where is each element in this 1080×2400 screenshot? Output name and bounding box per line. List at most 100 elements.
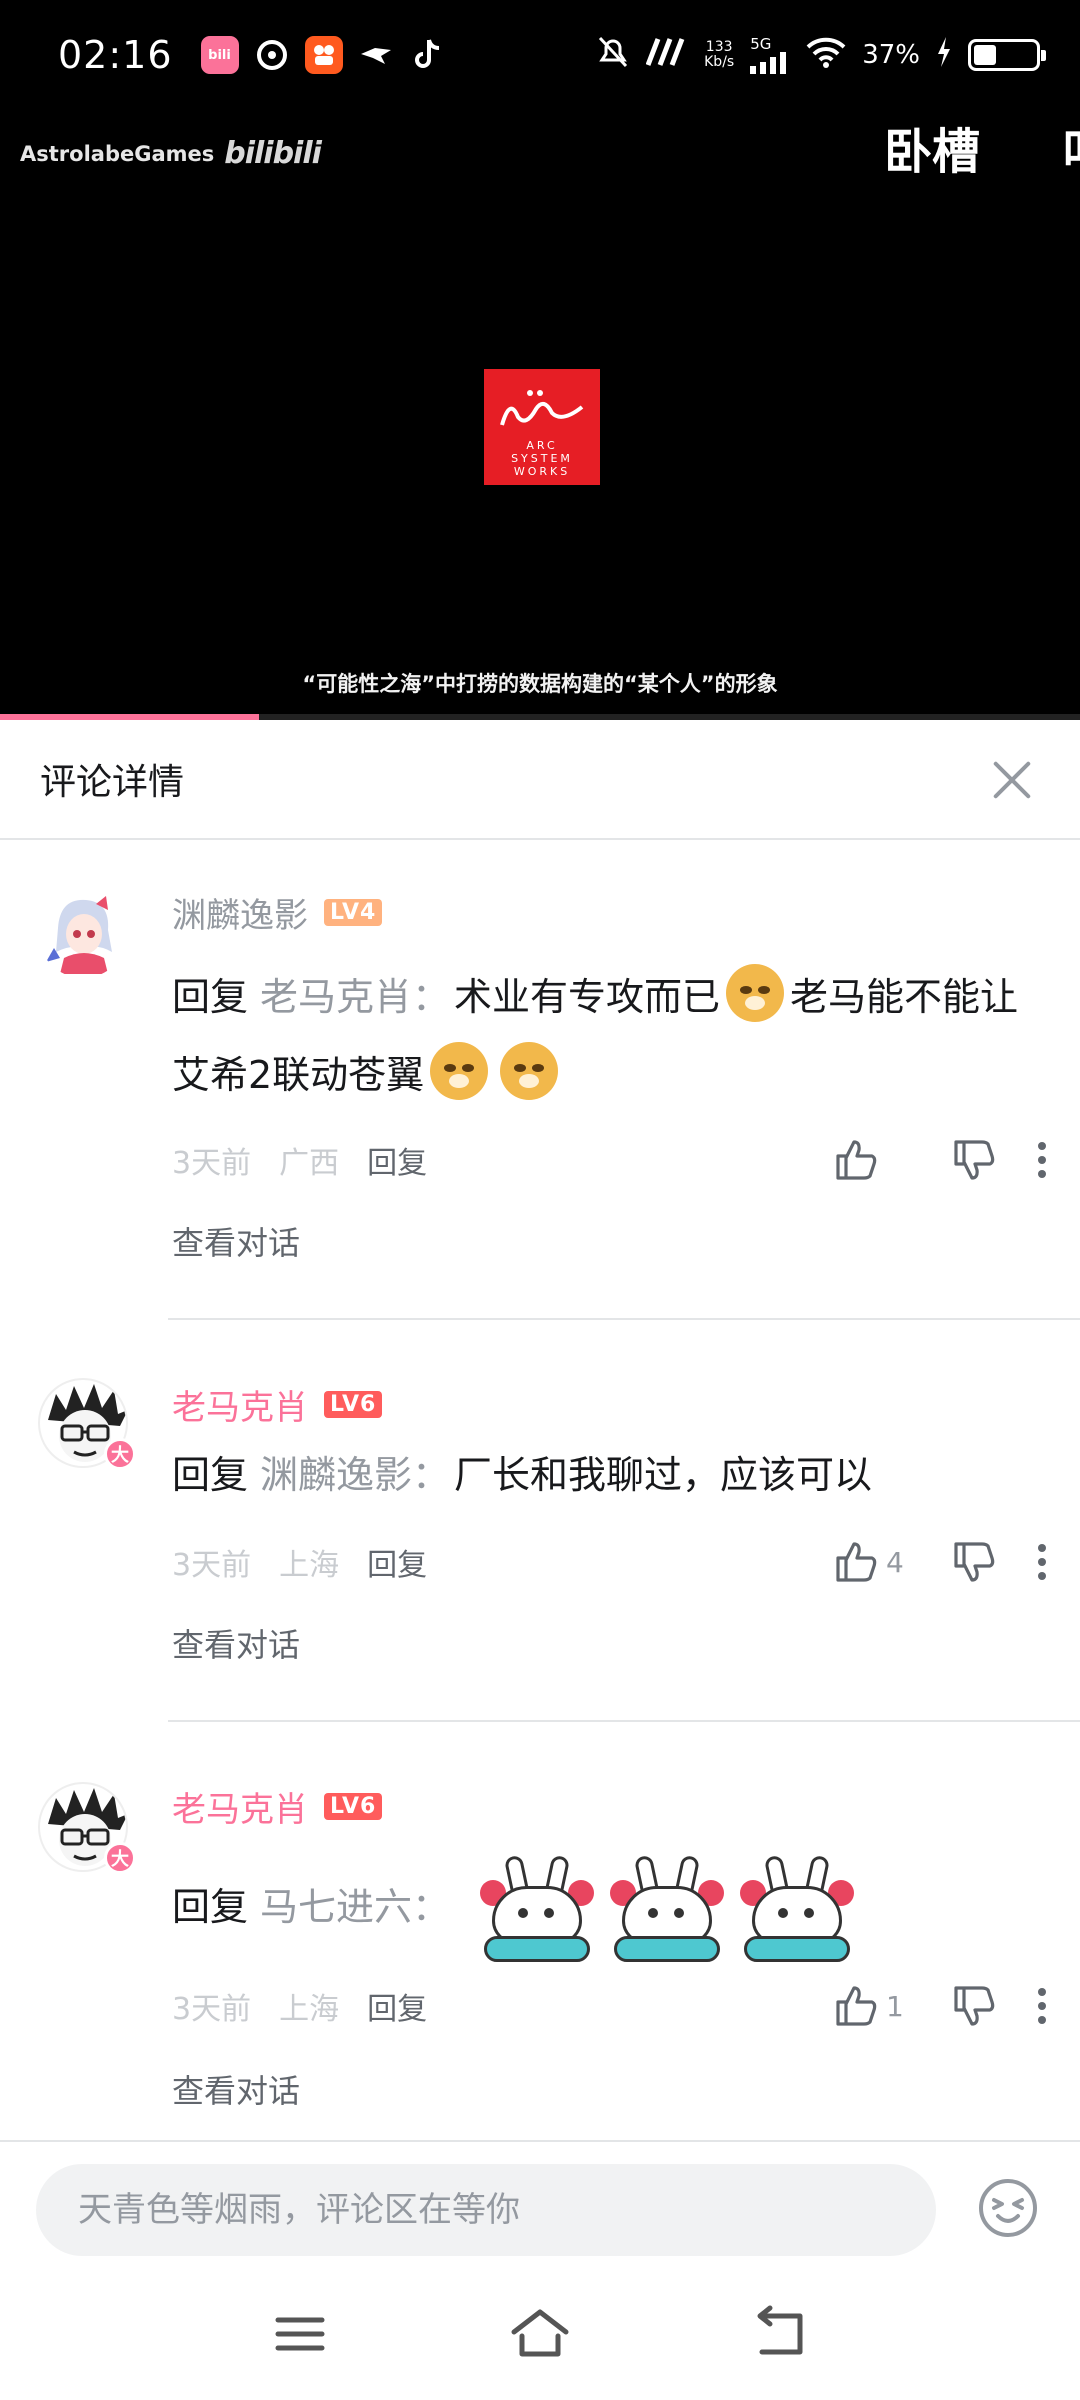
username[interactable]: 老马克肖 — [172, 1380, 308, 1429]
comment-header: 老马克肖 LV6 — [172, 1380, 383, 1429]
like-button[interactable]: 1 — [832, 1982, 910, 2030]
back-icon[interactable] — [748, 2302, 812, 2366]
opera-bunny-sticker — [608, 1854, 726, 1964]
menu-icon[interactable] — [268, 2302, 332, 2366]
vip-badge: 大 — [104, 1438, 136, 1470]
video-player[interactable]: 02:16 bili 133 Kb/s 5G 37% AstrolabeGame… — [0, 0, 1080, 720]
comment-meta: 3天前 广西 回复 — [172, 1136, 1050, 1184]
comment-item: 渊麟逸影 LV4 回复 老马克肖： 术业有专攻而已 老马能不能让艾希2联动苍翼 3天前… — [0, 840, 1080, 1320]
view-conversation-link[interactable]: 查看对话 — [172, 2066, 300, 2112]
nfc-icon — [645, 37, 688, 74]
comment-location: 广西 — [279, 1146, 340, 1181]
comment-text: 回复 老马克肖： 术业有专攻而已 老马能不能让艾希2联动苍翼 — [172, 958, 1030, 1114]
like-button[interactable]: 4 — [832, 1538, 910, 1586]
thumbs-up-icon — [836, 1542, 877, 1582]
battery-percent: 37% — [862, 40, 920, 70]
emoji-icon[interactable] — [976, 2176, 1040, 2240]
thumbs-up-icon — [836, 1986, 877, 2026]
level-badge: LV4 — [324, 899, 383, 926]
more-options-icon[interactable] — [1034, 1542, 1050, 1582]
bird-app-icon — [357, 36, 395, 74]
net-speed: 133 Kb/s — [704, 40, 734, 70]
net-speed-unit: Kb/s — [704, 54, 735, 70]
more-options-icon[interactable] — [1034, 1140, 1050, 1180]
close-icon[interactable] — [984, 751, 1040, 807]
kuaishou-icon — [304, 36, 343, 74]
comment-text: 回复 马七进六： — [172, 1852, 1030, 1964]
danmaku-comment: 卧槽 — [884, 124, 981, 180]
bilibili-wordmark: bilibili — [224, 136, 322, 171]
comment-meta: 3天前 上海 回复 1 — [172, 1982, 1050, 2030]
video-watermark: AstrolabeGames bilibili — [20, 136, 322, 171]
wifi-icon — [806, 36, 846, 75]
doge-emoji — [726, 964, 785, 1022]
comment-time: 3天前 — [172, 1992, 252, 2027]
reply-button[interactable]: 回复 — [367, 1984, 427, 2028]
logo-line: SYSTEM — [511, 452, 573, 465]
reply-word: 回复 — [172, 1885, 249, 1929]
status-bar: 02:16 bili 133 Kb/s 5G 37% — [0, 0, 1080, 110]
thumbs-down-icon — [954, 1542, 995, 1582]
charging-icon — [936, 36, 952, 74]
like-count: 1 — [886, 1989, 904, 2023]
comment-item: 大 老马克肖 LV6 回复 马七进六： 3天前 上海 回复 1 查看对话 — [0, 1722, 1080, 2140]
danmaku-comment: 叫 — [1062, 112, 1080, 182]
status-app-icons: bili — [200, 36, 447, 74]
dislike-button[interactable] — [950, 1538, 998, 1586]
reply-button[interactable]: 回复 — [367, 1540, 427, 1584]
view-conversation-link[interactable]: 查看对话 — [172, 1218, 300, 1264]
comment-text: 回复 渊麟逸影： 厂长和我聊过，应该可以 — [172, 1436, 1030, 1514]
comment-body: 术业有专攻而已 — [454, 975, 721, 1019]
thumbs-up-icon — [836, 1140, 877, 1180]
tiktok-icon — [409, 36, 447, 74]
comment-item: 大 老马克肖 LV6 回复 渊麟逸影： 厂长和我聊过，应该可以 3天前 上海 回复 … — [0, 1320, 1080, 1722]
thumbs-down-icon — [954, 1140, 995, 1180]
system-nav-bar — [0, 2270, 1080, 2400]
like-count: 4 — [886, 1545, 904, 1579]
reply-target-username[interactable]: 渊麟逸影： — [260, 1453, 450, 1497]
dislike-button[interactable] — [950, 1136, 998, 1184]
comment-meta: 3天前 上海 回复 4 — [172, 1538, 1050, 1586]
video-subtitle: “可能性之海”中打捞的数据构建的“某个人”的形象 — [302, 672, 778, 696]
doge-emoji — [500, 1042, 559, 1100]
username[interactable]: 老马克肖 — [172, 1782, 308, 1831]
dislike-button[interactable] — [950, 1982, 998, 2030]
comment-location: 上海 — [279, 1992, 340, 2027]
uploader-name: AstrolabeGames — [20, 141, 215, 166]
doge-emoji — [430, 1042, 489, 1100]
comment-input[interactable] — [36, 2164, 936, 2256]
battery-icon — [968, 39, 1046, 71]
reply-target-username[interactable]: 马七进六： — [260, 1885, 450, 1929]
opera-bunny-sticker — [478, 1854, 596, 1964]
net-speed-value: 133 — [705, 39, 733, 55]
comment-time: 3天前 — [172, 1548, 252, 1583]
level-badge: LV6 — [324, 1391, 383, 1418]
mute-icon — [596, 34, 630, 77]
logo-line: WORKS — [513, 465, 571, 478]
comment-header: 渊麟逸影 LV4 — [172, 888, 383, 937]
reply-target-username[interactable]: 老马克肖： — [260, 975, 450, 1019]
thumbs-down-icon — [954, 1986, 995, 2026]
like-button[interactable] — [832, 1136, 910, 1184]
level-badge: LV6 — [324, 1793, 383, 1820]
comment-input-bar — [0, 2140, 1080, 2270]
logo-line: ARC — [526, 439, 558, 452]
home-icon[interactable] — [508, 2302, 572, 2366]
panel-title: 评论详情 — [40, 762, 185, 803]
status-time: 02:16 — [58, 33, 173, 77]
view-conversation-link[interactable]: 查看对话 — [172, 1620, 300, 1666]
more-options-icon[interactable] — [1034, 1986, 1050, 2026]
netease-music-icon — [253, 36, 291, 74]
reply-button[interactable]: 回复 — [367, 1138, 427, 1182]
opera-bunny-sticker — [738, 1854, 856, 1964]
network-type: 5G — [750, 34, 772, 53]
avatar[interactable] — [38, 888, 128, 978]
avatar[interactable]: 大 — [38, 1782, 136, 1874]
reply-word: 回复 — [172, 975, 249, 1019]
username[interactable]: 渊麟逸影 — [172, 888, 308, 937]
avatar[interactable]: 大 — [38, 1378, 136, 1470]
cellular-signal: 5G — [750, 34, 790, 74]
comment-location: 上海 — [279, 1548, 340, 1583]
reply-word: 回复 — [172, 1453, 249, 1497]
vip-badge: 大 — [104, 1842, 136, 1874]
